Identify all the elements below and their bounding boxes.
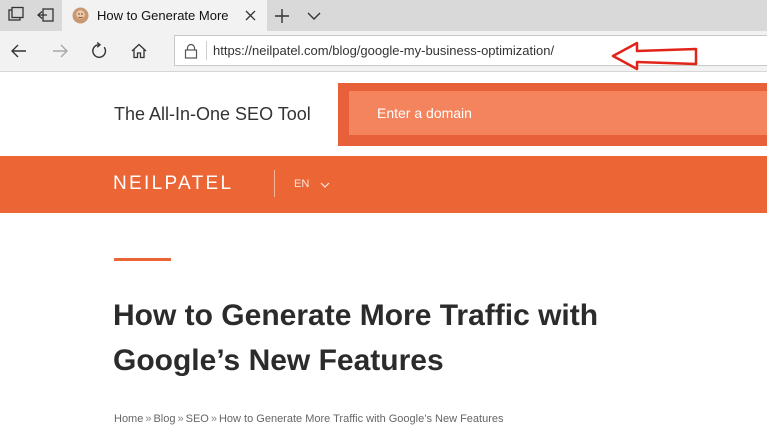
chevron-down-icon[interactable] (320, 181, 330, 189)
breadcrumb-separator: » (210, 413, 217, 425)
title-accent-bar (114, 258, 171, 261)
active-tab[interactable]: How to Generate More (62, 0, 267, 31)
language-selector[interactable]: EN (294, 178, 309, 190)
plus-icon[interactable] (272, 6, 292, 26)
refresh-icon[interactable] (89, 41, 109, 61)
breadcrumb-blog[interactable]: Blog (153, 413, 175, 425)
close-icon[interactable] (244, 9, 257, 22)
forward-arrow-icon[interactable] (50, 41, 70, 61)
red-arrow-annotation-icon (610, 40, 700, 72)
breadcrumb-home[interactable]: Home (114, 413, 143, 425)
breadcrumb: Home» Blog» SEO» How to Generate More Traff… (114, 413, 503, 425)
page-title: How to Generate More Traffic with Google… (113, 299, 599, 377)
chevron-down-icon[interactable] (304, 6, 324, 26)
lock-icon[interactable] (184, 43, 198, 59)
breadcrumb-separator: » (177, 413, 184, 425)
back-arrow-icon[interactable] (9, 41, 29, 61)
site-logo[interactable]: NEILPATEL (113, 173, 233, 195)
domain-input[interactable] (349, 91, 767, 135)
breadcrumb-separator: » (145, 413, 152, 425)
tab-strip: How to Generate More (0, 0, 767, 31)
breadcrumb-current: How to Generate More Traffic with Google… (218, 413, 504, 425)
address-divider (206, 41, 207, 60)
set-aside-tabs-icon[interactable] (36, 5, 56, 25)
tab-preview-icon[interactable] (6, 5, 26, 25)
url-text[interactable]: https://neilpatel.com/blog/google-my-bus… (213, 43, 554, 58)
home-icon[interactable] (129, 41, 149, 61)
seo-tool-tagline: The All-In-One SEO Tool (114, 104, 311, 124)
tab-title: How to Generate More (97, 8, 229, 23)
site-header: NEILPATEL EN (0, 156, 767, 213)
breadcrumb-seo[interactable]: SEO (186, 413, 209, 425)
avatar-favicon-icon (72, 7, 89, 24)
domain-search-box (338, 83, 767, 146)
header-divider (274, 170, 275, 197)
